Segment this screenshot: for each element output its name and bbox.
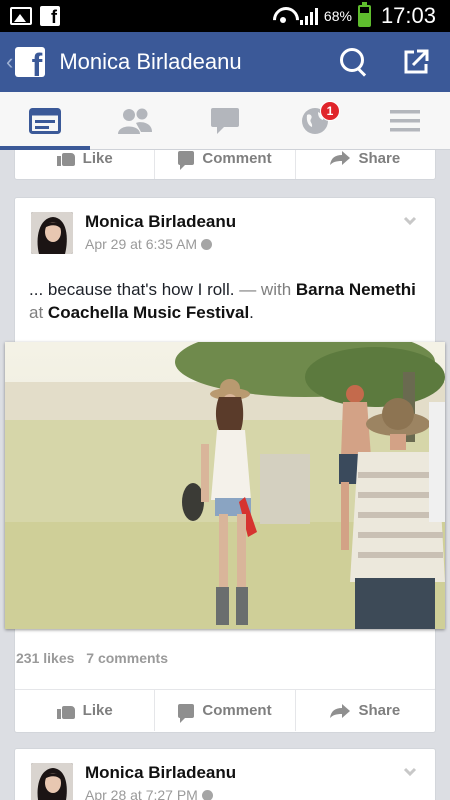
friends-icon bbox=[118, 108, 152, 134]
post-author[interactable]: Monica Birladeanu bbox=[85, 212, 236, 232]
tagged-person-link[interactable]: Barna Nemethi bbox=[296, 280, 416, 299]
tab-notifications[interactable]: 1 bbox=[270, 92, 360, 150]
chevron-left-icon[interactable]: ‹ bbox=[6, 49, 13, 75]
tab-messages[interactable] bbox=[180, 92, 270, 150]
signal-icon bbox=[299, 7, 318, 25]
search-icon[interactable] bbox=[340, 48, 368, 76]
post-timestamp[interactable]: Apr 28 at 7:27 PM bbox=[85, 787, 213, 800]
tab-friend-requests[interactable] bbox=[90, 92, 180, 150]
avatar[interactable] bbox=[31, 763, 73, 800]
comment-button[interactable]: Comment bbox=[154, 690, 294, 731]
comment-icon bbox=[178, 703, 195, 723]
comment-icon bbox=[178, 151, 195, 170]
page-title: Monica Birladeanu bbox=[59, 49, 242, 74]
messages-icon bbox=[211, 108, 239, 134]
comments-count[interactable]: 7 comments bbox=[86, 650, 168, 666]
post-action-bar: Like Comment Share bbox=[14, 689, 436, 733]
share-icon bbox=[330, 151, 351, 165]
comment-button[interactable]: Comment bbox=[154, 150, 294, 179]
news-feed[interactable]: Like Comment Share Monica Birladeanu Apr… bbox=[0, 150, 450, 800]
image-notification-icon bbox=[10, 7, 32, 25]
like-icon bbox=[56, 703, 75, 719]
share-external-icon[interactable] bbox=[402, 48, 430, 76]
avatar[interactable] bbox=[31, 212, 73, 254]
likes-count[interactable]: 231 likes bbox=[16, 650, 74, 666]
battery-percent: 68% bbox=[323, 8, 352, 24]
tab-more[interactable] bbox=[360, 92, 450, 150]
privacy-public-icon bbox=[201, 789, 213, 800]
post-timestamp[interactable]: Apr 29 at 6:35 AM bbox=[85, 236, 213, 252]
battery-icon bbox=[357, 2, 371, 27]
menu-icon bbox=[390, 110, 420, 132]
notification-badge: 1 bbox=[320, 101, 340, 121]
post-stats[interactable]: 231 likes 7 comments bbox=[16, 650, 176, 666]
privacy-public-icon bbox=[201, 238, 213, 250]
tab-news-feed[interactable] bbox=[0, 92, 90, 150]
like-button[interactable]: Like bbox=[15, 150, 154, 179]
status-bar: f 68% 17:03 bbox=[0, 0, 450, 32]
wifi-icon bbox=[272, 7, 294, 25]
post-message: ... because that's how I roll. — with Ba… bbox=[29, 280, 416, 322]
post-author[interactable]: Monica Birladeanu bbox=[85, 763, 236, 783]
facebook-logo-icon[interactable]: f bbox=[15, 47, 46, 81]
like-button[interactable]: Like bbox=[15, 690, 154, 731]
like-icon bbox=[56, 150, 75, 166]
app-header: ‹ f Monica Birladeanu bbox=[0, 32, 450, 92]
share-button[interactable]: Share bbox=[294, 690, 435, 731]
chevron-down-icon[interactable] bbox=[403, 765, 417, 779]
previous-post-card: Like Comment Share bbox=[14, 150, 436, 180]
place-link[interactable]: Coachella Music Festival bbox=[48, 303, 249, 322]
share-button[interactable]: Share bbox=[294, 150, 435, 179]
facebook-notification-icon: f bbox=[40, 6, 60, 27]
share-icon bbox=[330, 703, 351, 718]
post-card: Monica Birladeanu Apr 28 at 7:27 PM bbox=[14, 748, 436, 800]
news-feed-icon bbox=[29, 108, 61, 134]
post-photo[interactable] bbox=[5, 342, 445, 629]
tab-bar: 1 bbox=[0, 92, 450, 150]
chevron-down-icon[interactable] bbox=[403, 214, 417, 228]
clock: 17:03 bbox=[380, 3, 436, 28]
